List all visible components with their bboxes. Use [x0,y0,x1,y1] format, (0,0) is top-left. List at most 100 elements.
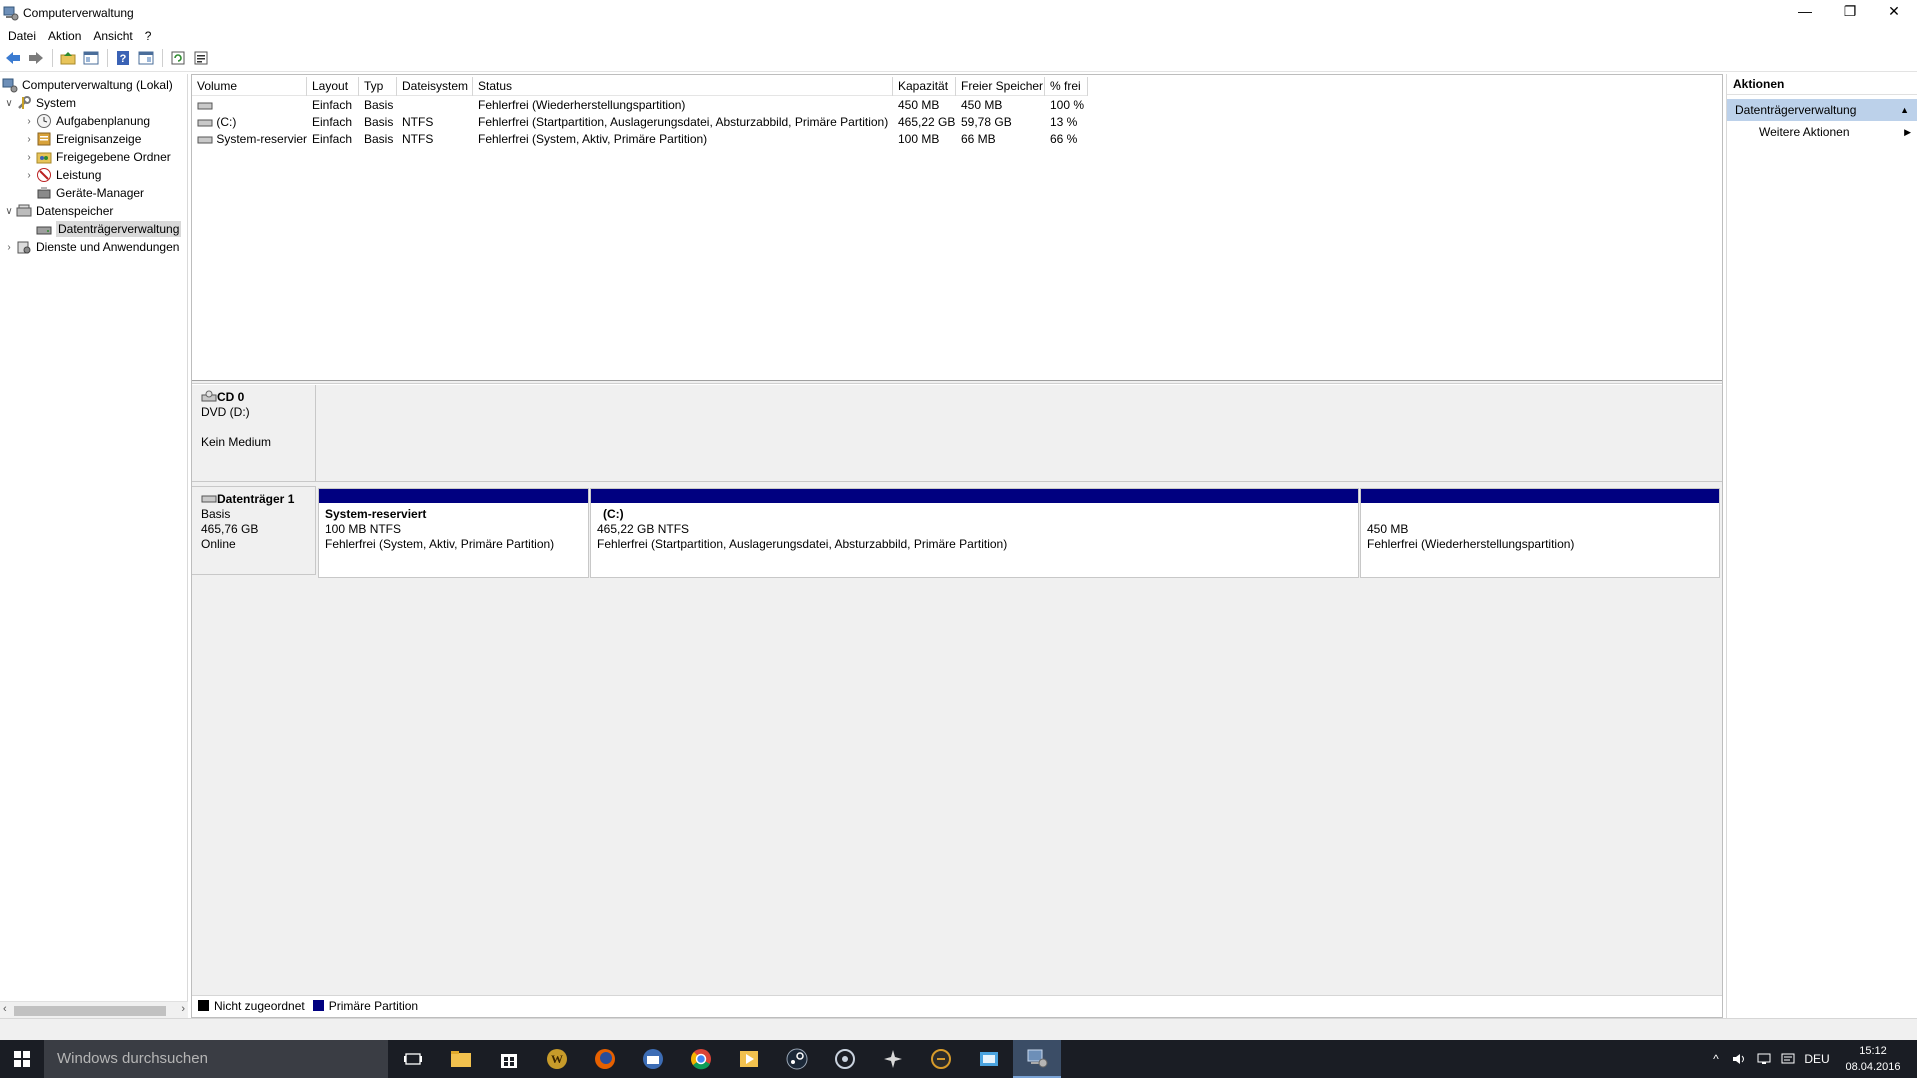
disk1-name: Datenträger 1 [217,492,295,506]
store-button[interactable] [485,1040,533,1078]
scroll-right-icon[interactable]: › [181,1003,185,1015]
collapse-up-icon[interactable]: ▲ [1900,99,1909,121]
language-indicator[interactable]: DEU [1802,1040,1832,1078]
tree-item-ereignisanzeige[interactable]: › Ereignisanzeige [22,130,141,148]
actions-section-datentraegerverwaltung[interactable]: Datenträgerverwaltung ▲ [1727,99,1917,121]
menu-datei[interactable]: Datei [2,29,42,43]
scrollbar-thumb[interactable] [14,1006,166,1016]
action-pane-icon [138,51,154,65]
media-player-button[interactable] [725,1040,773,1078]
legend-swatch-primary [312,1000,324,1011]
legend-primary: Primäre Partition [328,998,419,1013]
action-pane-button[interactable] [135,48,157,68]
tree-item-leistung[interactable]: › Leistung [22,166,101,184]
chevron-right-icon[interactable]: › [22,170,36,181]
forward-button[interactable] [25,48,47,68]
chevron-right-icon[interactable]: › [22,116,36,127]
tree-horizontal-scrollbar[interactable]: ‹ › [0,1001,188,1018]
column-kapazitaet[interactable]: Kapazität [893,77,956,96]
chevron-down-icon[interactable]: ∨ [2,98,16,109]
world-of-warcraft-icon: W [547,1049,567,1069]
menu-ansicht[interactable]: Ansicht [87,29,138,43]
folder-icon [451,1051,471,1067]
toolbar-separator [52,49,53,67]
tree-item-root[interactable]: Computerverwaltung (Lokal) [2,76,173,94]
tree-item-system[interactable]: ∨ System [2,94,76,112]
drive-icon [197,119,213,127]
tree-item-dienste[interactable]: › Dienste und Anwendungen [2,238,179,256]
column-status[interactable]: Status [473,77,893,96]
file-explorer-button[interactable] [437,1040,485,1078]
partition-system-reserviert[interactable]: System-reserviert 100 MB NTFS Fehlerfrei… [318,488,589,578]
menu-aktion[interactable]: Aktion [42,29,87,43]
up-button[interactable] [57,48,79,68]
help-button[interactable]: ? [112,48,134,68]
status-bar [0,1018,1917,1040]
minimize-button[interactable]: — [1782,0,1828,22]
table-row[interactable]: Einfach Basis Fehlerfrei (Wiederherstell… [192,97,1088,114]
tree-item-datenspeicher[interactable]: ∨ Datenspeicher [2,202,113,220]
cd-label[interactable]: CD 0 DVD (D:) Kein Medium [192,385,316,482]
clock[interactable]: 15:12 08.04.2016 [1843,1043,1903,1075]
submenu-arrow-icon: ▶ [1904,127,1911,137]
table-row[interactable]: System-reserviert Einfach Basis NTFS Feh… [192,131,1088,148]
taskbar-app-10[interactable] [869,1040,917,1078]
tray-chevron[interactable]: ^ [1704,1040,1728,1078]
notifications-button[interactable] [1776,1040,1800,1078]
show-hide-tree-button[interactable] [80,48,102,68]
column-layout[interactable]: Layout [307,77,359,96]
chevron-right-icon[interactable]: › [2,242,16,253]
wow-button[interactable]: W [533,1040,581,1078]
weitere-aktionen-item[interactable]: Weitere Aktionen ▶ [1727,121,1917,143]
network-button[interactable] [1752,1040,1776,1078]
speaker-icon [1733,1054,1744,1064]
computer-management-icon [3,6,19,21]
svg-text:W: W [551,1052,563,1066]
chevron-right-icon[interactable]: › [22,152,36,163]
cd-name: CD 0 [217,390,245,404]
taskbar-search[interactable]: Windows durchsuchen [44,1040,388,1078]
taskbar-app-12[interactable] [965,1040,1013,1078]
refresh-button[interactable] [167,48,189,68]
partition-recovery[interactable]: 450 MB Fehlerfrei (Wiederherstellungspar… [1360,488,1720,578]
start-button[interactable] [0,1040,44,1078]
arrow-right-icon [29,52,43,64]
column-dateisystem[interactable]: Dateisystem [397,77,473,96]
tree-item-datentraegerverwaltung[interactable]: Datenträgerverwaltung [36,220,182,238]
partition-c[interactable]: (C:) 465,22 GB NTFS Fehlerfrei (Startpar… [590,488,1359,578]
properties-button[interactable] [190,48,212,68]
column-typ[interactable]: Typ [359,77,397,96]
chevron-down-icon[interactable]: ∨ [2,206,16,217]
chrome-button[interactable] [677,1040,725,1078]
firefox-button[interactable] [581,1040,629,1078]
column-freier-speicher[interactable]: Freier Speicher [956,77,1045,96]
close-button[interactable]: ✕ [1871,0,1917,22]
chevron-right-icon[interactable]: › [22,134,36,145]
table-row[interactable]: (C:) Einfach Basis NTFS Fehlerfrei (Star… [192,114,1088,131]
task-view-button[interactable] [389,1040,437,1078]
menu-help[interactable]: ? [139,29,158,43]
tree-item-freigegebene-ordner[interactable]: › Freigegebene Ordner [22,148,170,166]
computer-management-taskbar-button[interactable] [1013,1040,1061,1078]
column-volume[interactable]: Volume [192,77,307,96]
disk1-label[interactable]: Datenträger 1 Basis 465,76 GB Online [192,486,316,575]
taskbar-app-11[interactable] [917,1040,965,1078]
taskbar-app-9[interactable] [821,1040,869,1078]
restore-button[interactable]: ❐ [1827,0,1873,22]
column-prozent-frei[interactable]: % frei [1045,77,1088,96]
pane-splitter[interactable] [192,380,1722,384]
refresh-icon [171,51,185,65]
folder-up-icon [60,52,76,65]
steam-button[interactable] [773,1040,821,1078]
volume-table-header: Volume Layout Typ Dateisystem Status Kap… [192,77,1088,96]
back-button[interactable] [2,48,24,68]
volume-button[interactable] [1728,1040,1752,1078]
disk1-type: Basis [201,507,231,521]
scroll-left-icon[interactable]: ‹ [3,1003,7,1015]
disk-icon [201,495,217,503]
tree-item-aufgabenplanung[interactable]: › Aufgabenplanung [22,112,150,130]
app-icon [931,1049,951,1069]
disk-graphical-view: CD 0 DVD (D:) Kein Medium Datenträger 1 … [192,385,1722,1005]
thunderbird-button[interactable] [629,1040,677,1078]
tree-item-geraete-manager[interactable]: Geräte-Manager [36,184,144,202]
